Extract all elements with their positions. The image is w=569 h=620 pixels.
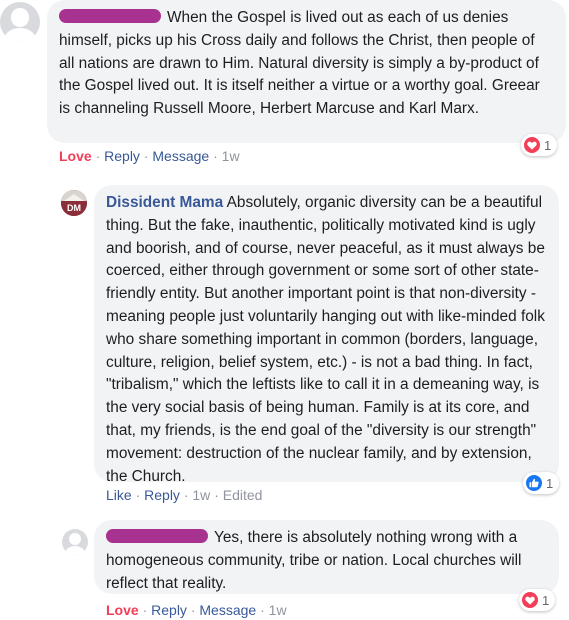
avatar-image: DM	[61, 190, 87, 216]
comment-bubble: When the Gospel is lived out as each of …	[47, 0, 566, 143]
edited-label[interactable]: Edited	[223, 487, 263, 503]
message-link[interactable]: Message	[152, 148, 209, 164]
comment-text: Absolutely, organic diversity can be a b…	[106, 194, 545, 485]
reaction-count-value: 1	[544, 137, 552, 153]
redacted-author-name	[59, 9, 161, 23]
default-avatar-body	[4, 27, 36, 42]
reply-link[interactable]: Reply	[104, 148, 140, 164]
reaction-count[interactable]: 1	[519, 589, 556, 611]
heart-icon	[522, 592, 538, 608]
message-link[interactable]: Message	[199, 602, 256, 618]
reaction-count[interactable]: 1	[521, 134, 558, 156]
comment-text: When the Gospel is lived out as each of …	[59, 9, 540, 118]
default-avatar-head	[10, 8, 30, 27]
comment-bubble: Yes, there is absolutely nothing wrong w…	[94, 520, 559, 594]
default-avatar-head	[69, 533, 81, 546]
comment-actions: Love · Reply · Message · 1w	[106, 602, 287, 618]
reaction-count-value: 1	[546, 475, 554, 491]
reaction-count[interactable]: 1	[523, 472, 560, 494]
dissident-mama-avatar[interactable]: DM	[61, 190, 87, 216]
heart-icon	[524, 137, 540, 153]
commenter-avatar[interactable]	[62, 529, 88, 555]
comment-author[interactable]: Dissident Mama	[106, 194, 223, 211]
reply-link[interactable]: Reply	[144, 487, 180, 503]
thumbs-up-icon	[526, 475, 542, 491]
love-reaction-link[interactable]: Love	[59, 148, 92, 164]
comment-bubble: Dissident Mama Absolutely, organic diver…	[94, 185, 559, 485]
love-reaction-link[interactable]: Love	[106, 602, 139, 618]
comment-timestamp[interactable]: 1w	[192, 487, 210, 503]
comment-actions: Love · Reply · Message · 1w	[59, 148, 240, 164]
comment-actions: Like · Reply · 1w · Edited	[106, 487, 263, 503]
commenter-avatar[interactable]	[0, 2, 40, 42]
reaction-count-value: 1	[542, 592, 550, 608]
default-avatar-body	[64, 545, 86, 555]
redacted-author-name	[106, 529, 208, 543]
comment-timestamp[interactable]: 1w	[222, 148, 240, 164]
comment-timestamp[interactable]: 1w	[269, 602, 287, 618]
reply-link[interactable]: Reply	[151, 602, 187, 618]
avatar-initials: DM	[67, 203, 81, 213]
like-link[interactable]: Like	[106, 487, 132, 503]
